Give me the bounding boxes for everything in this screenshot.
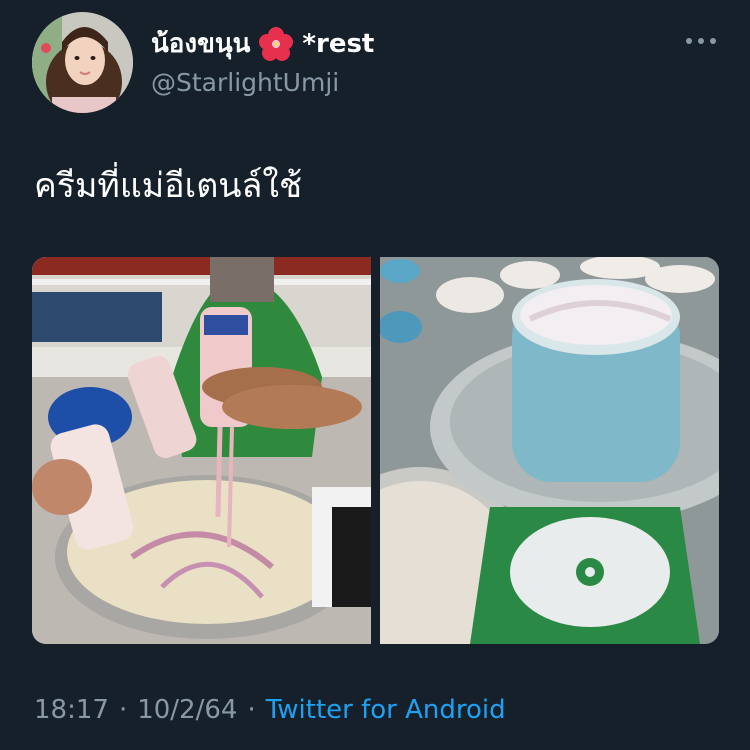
hibiscus-icon xyxy=(258,26,294,62)
tweet-meta: 18:17 · 10/2/64 · Twitter for Android xyxy=(34,692,506,728)
tweet-source-link[interactable]: Twitter for Android xyxy=(266,692,506,728)
meta-separator: · xyxy=(118,695,128,725)
author-name-suffix: *rest xyxy=(302,29,375,59)
avatar[interactable] xyxy=(32,12,133,113)
author-handle[interactable]: @StarlightUmji xyxy=(151,66,339,100)
tweet-time[interactable]: 18:17 xyxy=(34,692,109,728)
meta-separator: · xyxy=(247,695,256,725)
media-photo-right[interactable] xyxy=(380,257,719,644)
author-name-text: น้องขนุน xyxy=(151,29,251,59)
more-options-icon[interactable] xyxy=(686,38,716,44)
author-display-name[interactable]: น้องขนุน *rest xyxy=(151,26,374,62)
tweet-date[interactable]: 10/2/64 xyxy=(137,692,237,728)
tweet-text: ครีมที่แม่อีเตนล์ใช้ xyxy=(34,166,303,206)
tweet-media[interactable] xyxy=(32,257,719,644)
media-photo-left[interactable] xyxy=(32,257,371,644)
